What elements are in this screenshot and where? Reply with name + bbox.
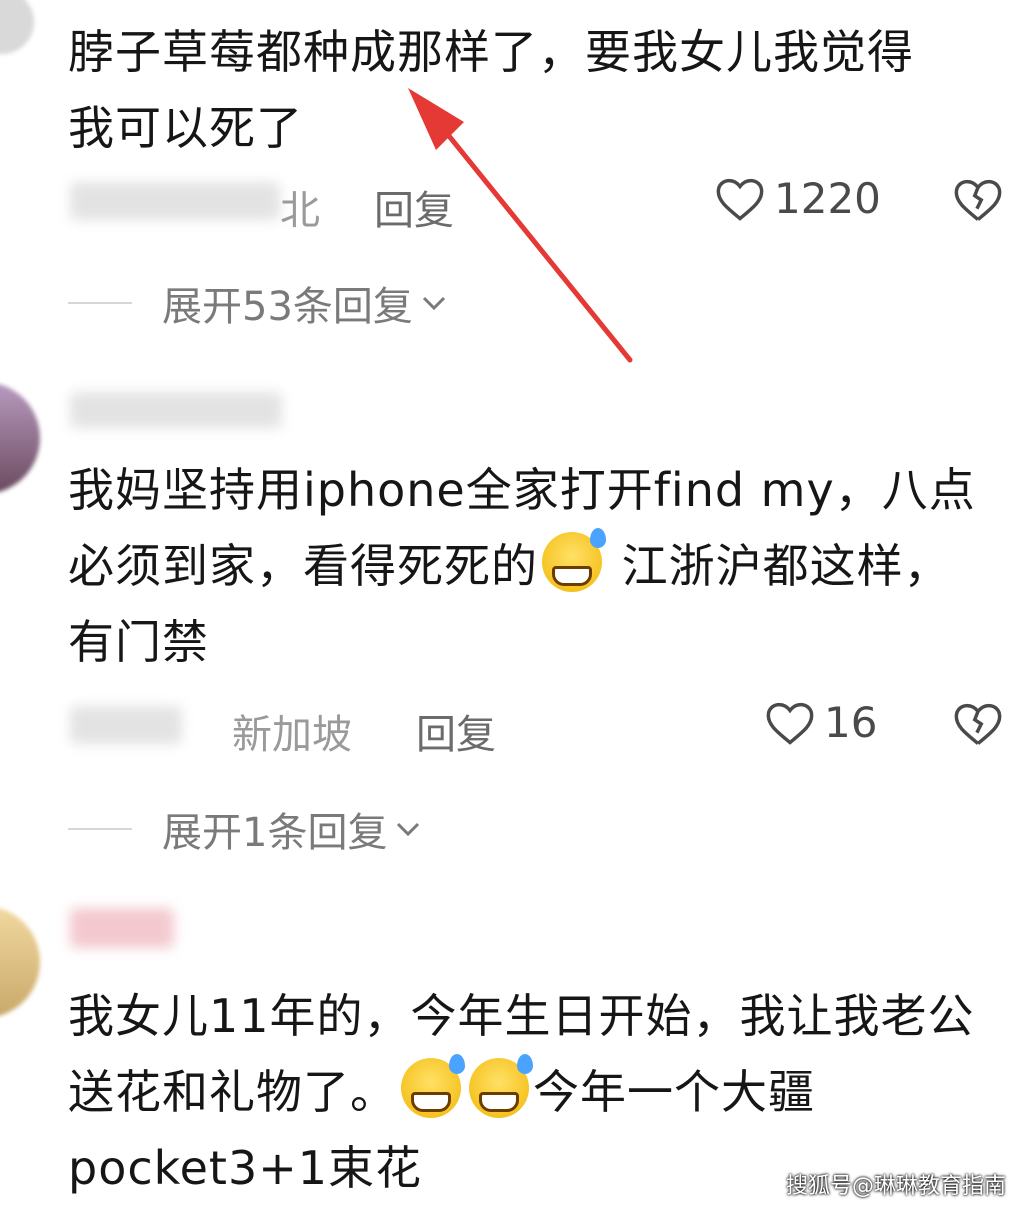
like-count: 1220	[774, 174, 881, 223]
username-blurred	[70, 392, 282, 428]
broken-heart-icon	[954, 703, 1002, 745]
divider	[68, 302, 132, 304]
annotation-arrow	[408, 88, 633, 363]
comment-text-line: 我女儿11年的，今年生日开始，我让我老公	[68, 989, 975, 1043]
reply-button[interactable]: 回复	[416, 702, 496, 760]
avatar[interactable]	[0, 0, 34, 54]
comment-text: 我妈坚持用iphone全家打开find my，八点 必须到家，看得死死的 江浙沪…	[68, 452, 1018, 680]
comment-text-line: 有门禁	[68, 615, 209, 669]
comment-text-line: 我妈坚持用iphone全家打开find my，八点	[68, 463, 976, 517]
username-blurred	[70, 182, 280, 220]
like-count: 16	[824, 698, 878, 747]
dislike-button[interactable]	[952, 176, 1004, 228]
avatar[interactable]	[0, 382, 40, 494]
like-button[interactable]: 1220	[714, 174, 881, 223]
expand-replies-label: 展开1条回复	[162, 810, 388, 856]
comment-text-segment: 江浙沪都这样，	[606, 539, 951, 593]
divider	[68, 828, 132, 830]
username-blurred	[70, 908, 174, 948]
like-button[interactable]: 16	[764, 698, 877, 747]
heart-icon	[716, 178, 764, 221]
comment-location: 北	[280, 188, 320, 234]
sweat-grin-emoji-icon	[469, 1054, 533, 1118]
avatar[interactable]	[0, 906, 40, 1018]
expand-replies-label: 展开53条回复	[162, 284, 413, 330]
chevron-down-icon	[397, 822, 420, 837]
expand-replies[interactable]: 展开1条回复	[68, 800, 423, 858]
heart-icon	[766, 702, 814, 745]
comment-text-line: 必须到家，看得死死的 江浙沪都这样，	[68, 528, 1018, 604]
comment-location: 新加坡	[232, 712, 352, 758]
comment-text-segment: 今年一个大疆	[533, 1065, 815, 1119]
broken-heart-icon	[954, 179, 1002, 221]
watermark: 搜狐号@琳琳教育指南	[785, 1174, 1006, 1199]
comment-text-segment: 必须到家，看得死死的	[68, 539, 538, 593]
dislike-button[interactable]	[952, 700, 1004, 752]
sweat-grin-emoji-icon	[542, 528, 606, 592]
username-blurred	[70, 706, 182, 744]
comment-text-line: 送花和礼物了。 今年一个大疆	[68, 1054, 1018, 1130]
comment-text-line: 脖子草莓都种成那样了，要我女儿我觉得	[68, 25, 914, 79]
comment-text-segment: 送花和礼物了。	[68, 1065, 397, 1119]
sweat-grin-emoji-icon	[401, 1054, 465, 1118]
